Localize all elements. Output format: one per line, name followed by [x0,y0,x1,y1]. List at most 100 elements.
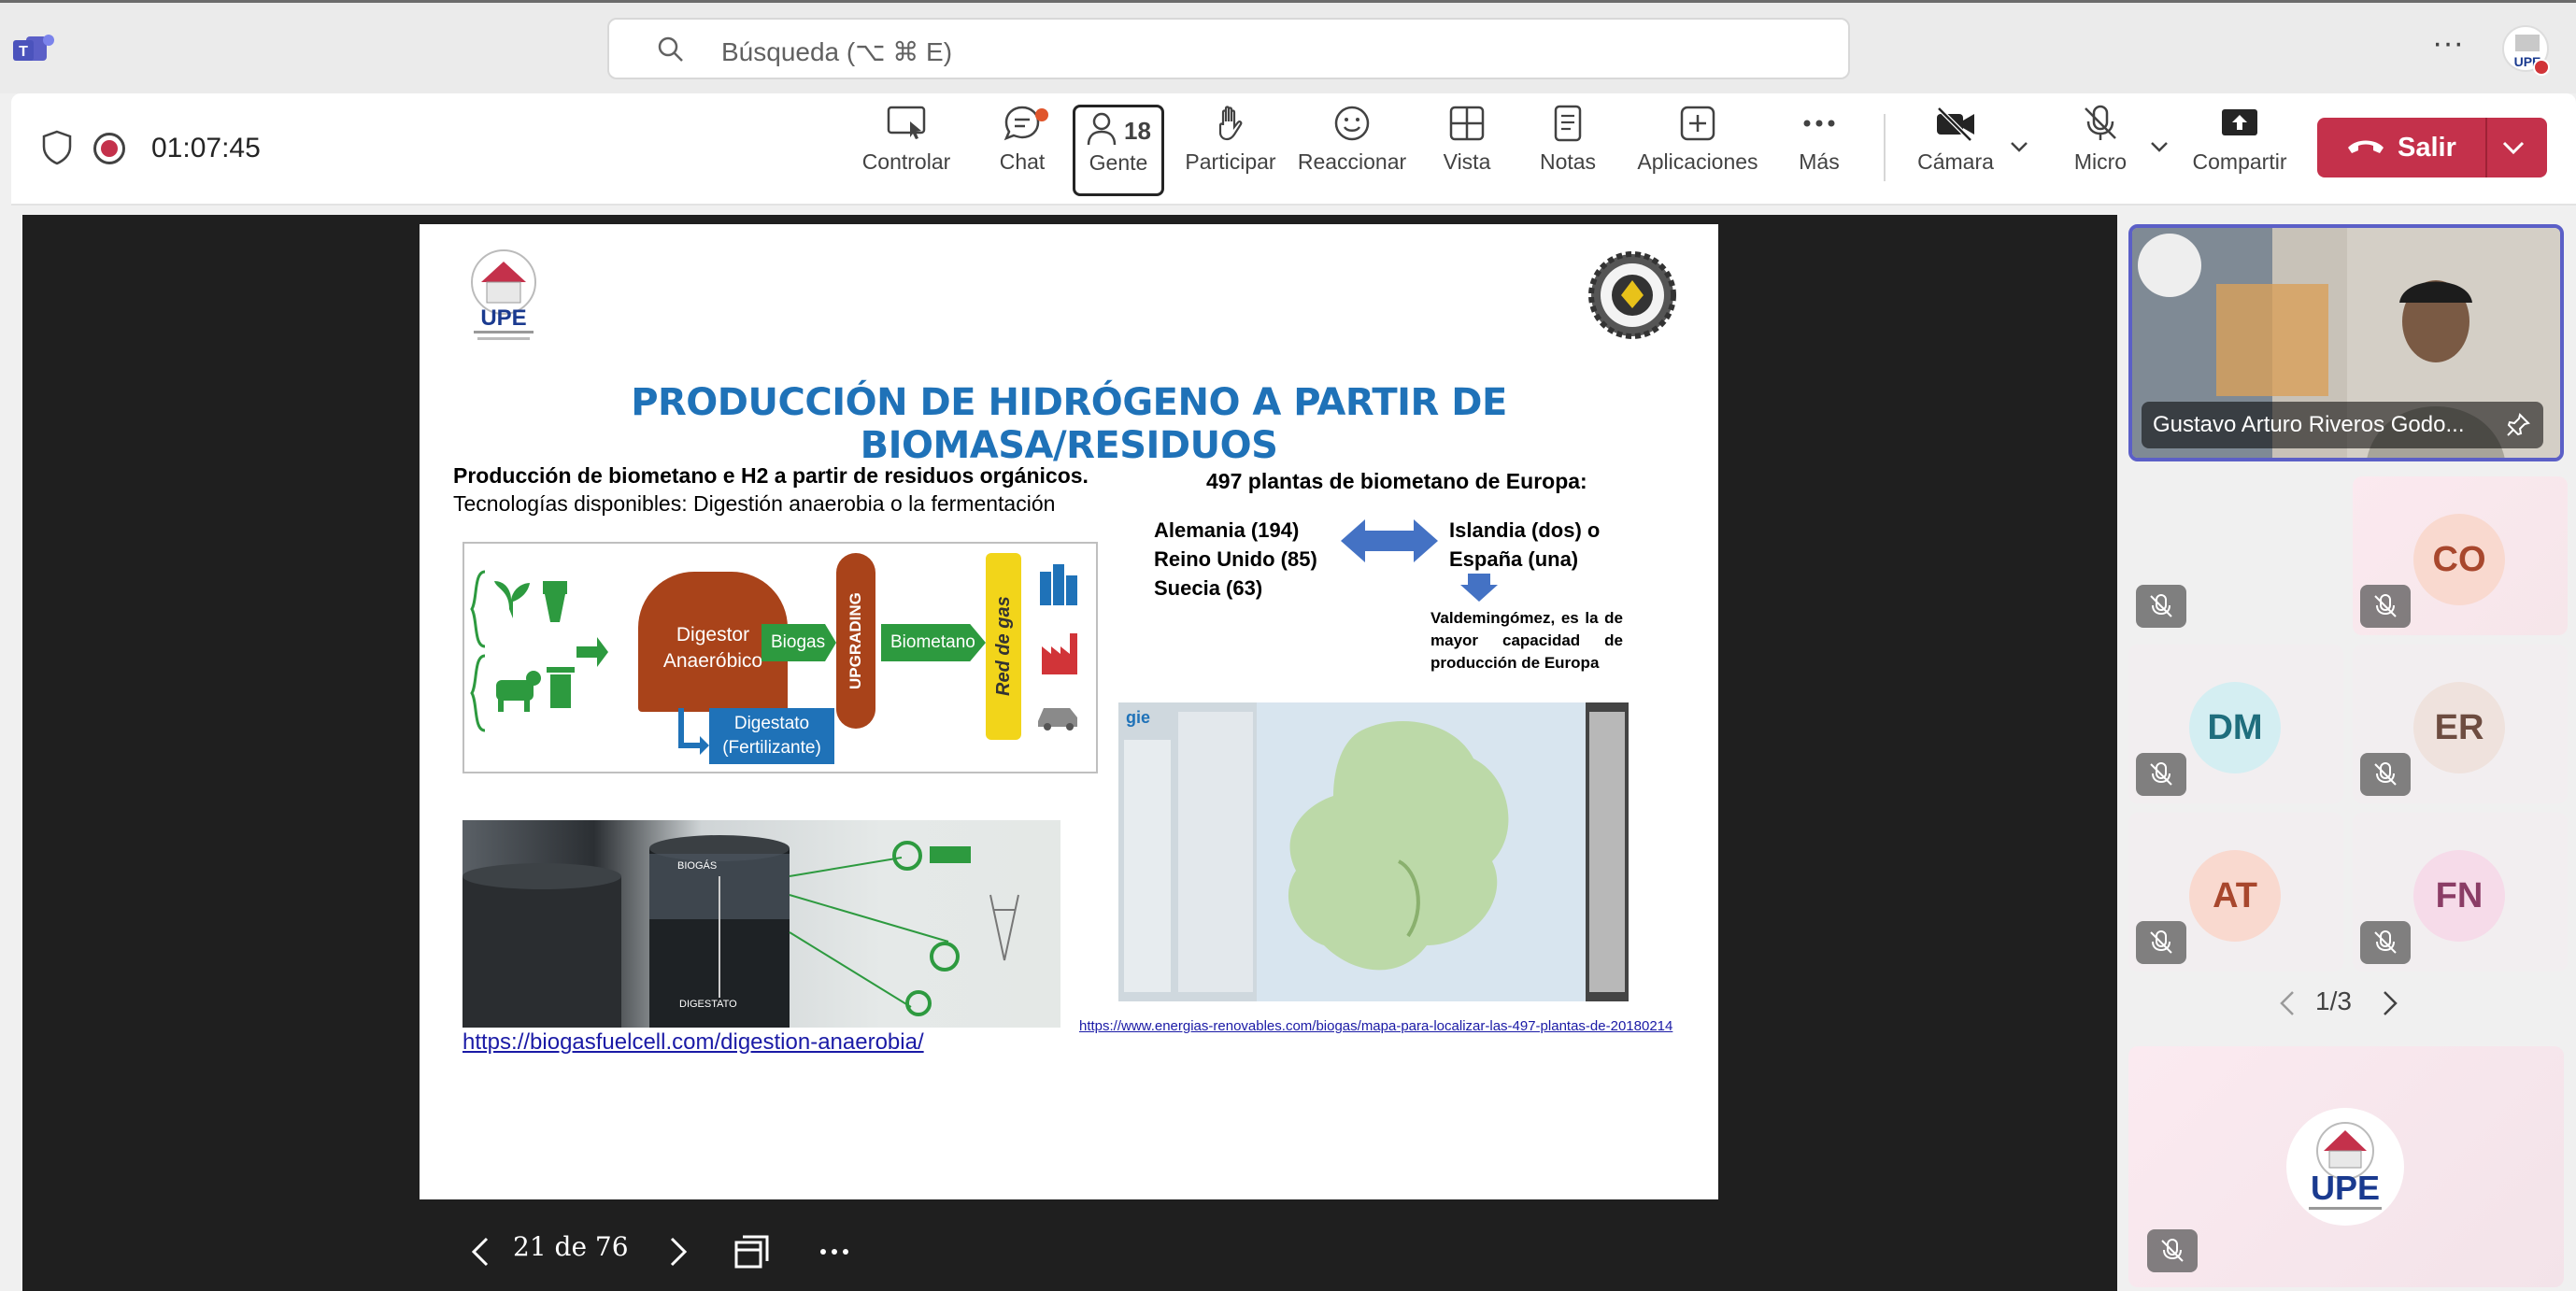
plantas-heading: 497 plantas de biometano de Europa: [1206,469,1587,493]
controlar-button[interactable]: Controlar [858,103,955,194]
avatar: CO [2413,514,2505,605]
avatar: DM [2189,682,2281,773]
search-icon [658,36,683,62]
search-bar[interactable]: Búsqueda (⌥ ⌘ E) [607,18,1850,79]
biometano-arrow: Biometano [881,624,986,661]
shield-icon[interactable] [39,129,75,166]
slide-subtitle-bold: Producción de biometano e H2 a partir de… [453,463,1089,488]
aplicaciones-button[interactable]: Aplicaciones [1628,103,1768,194]
mic-off-icon [2161,1239,2184,1262]
participant-tile-upe[interactable]: UPE [2128,1046,2564,1287]
mic-muted-indicator [2360,753,2411,796]
slide-page-indicator: 21 de 76 [513,1231,629,1262]
upgrading-box: UPGRADING [836,553,875,729]
slide-grid-icon[interactable] [733,1233,771,1270]
participant-pager: 1/3 [2276,986,2426,1024]
mic-off-icon [2150,930,2172,954]
slide-title: PRODUCCIÓN DE HIDRÓGENO A PARTIR DE BIOM… [631,381,1507,467]
chat-button[interactable]: Chat [985,103,1060,194]
avatar: FN [2413,850,2505,942]
search-placeholder: Búsqueda (⌥ ⌘ E) [721,37,953,66]
mas-button[interactable]: Más [1786,103,1852,194]
avatar: AT [2189,850,2281,942]
participant-tile[interactable]: FN [2353,813,2568,972]
grid-view-icon [1449,106,1485,141]
reaccionar-button[interactable]: Reaccionar [1293,103,1411,194]
teams-logo-icon[interactable]: T [13,31,56,68]
participant-tile[interactable]: CO [2353,476,2568,635]
participant-tile[interactable]: DM [2128,645,2343,803]
toolbar-divider [1884,114,1886,181]
participant-tile[interactable]: AT [2128,813,2343,972]
valdemingomez-note: Valdemingómez, es la de mayor capacidad … [1430,609,1623,672]
mic-off-icon [2150,762,2172,786]
countries-right-list: Islandia (dos) o España (una) [1449,518,1601,571]
previous-slide-icon[interactable] [466,1233,494,1270]
biogas-plant-graphic: BIOGÁS DIGESTATO [463,835,1019,1028]
upe-logo-avatar: UPE [2286,1108,2404,1226]
digestato-box: Digestato (Fertilizante) [709,708,834,764]
presentation-slide: UPE PRODUCCIÓN DE HIDRÓGENO A PARTIR DE … [420,224,1718,1199]
more-options-icon[interactable]: ··· [2429,27,2467,66]
next-slide-icon[interactable] [664,1233,692,1270]
raise-hand-icon [1218,106,1243,141]
participar-button[interactable]: Participar [1179,103,1282,194]
participant-panel: Gustavo Arturo Riveros Godo... CO DM ER … [2117,215,2576,1291]
svg-text:T: T [19,44,28,60]
leave-button[interactable]: Salir [2317,118,2487,177]
chat-icon [1003,106,1040,141]
svg-text:BIOGÁS: BIOGÁS [677,859,717,872]
compartir-button[interactable]: Compartir [2188,103,2291,194]
svg-text:DIGESTATO: DIGESTATO [679,999,737,1010]
previous-page-icon[interactable] [2276,988,2298,1018]
people-icon [1087,112,1117,146]
emoji-icon [1334,106,1370,141]
engineering-gear-logo [1588,251,1676,339]
camera-off-icon [1937,106,1974,142]
featured-participant-name: Gustavo Arturo Riveros Godo... [2142,402,2543,448]
camera-options-chevron-icon[interactable] [2009,136,2029,157]
biogasfuelcell-link[interactable]: https://biogasfuelcell.com/digestion-ana… [463,1029,924,1056]
mic-off-icon [2085,105,2116,140]
status-badge [2533,59,2550,76]
camara-button[interactable]: Cámara [1912,103,2000,194]
shared-content-stage: UPE PRODUCCIÓN DE HIDRÓGENO A PARTIR DE … [22,215,2117,1291]
svg-text:UPE: UPE [480,305,526,331]
pin-icon[interactable] [2506,413,2530,437]
title-bar: T Búsqueda (⌥ ⌘ E) ··· UPE [0,0,2576,93]
mic-off-icon [2374,762,2397,786]
people-count: 18 [1124,117,1151,145]
vista-button[interactable]: Vista [1430,103,1504,194]
chat-unread-badge [1035,108,1048,121]
recording-icon [93,133,125,164]
svg-text:gie: gie [1126,708,1150,727]
mic-off-icon [2150,594,2172,617]
double-arrow-icon [1341,519,1438,562]
meeting-toolbar: 01:07:45 Controlar Chat 18 Gente Partici… [11,93,2576,206]
end-use-icons [1038,564,1077,731]
hang-up-icon [2348,140,2384,153]
mic-off-icon [2374,930,2397,954]
slide-more-icon[interactable] [816,1233,853,1270]
leave-options-chevron-icon[interactable] [2500,136,2526,159]
digestato-arrow-icon [678,708,709,755]
red-de-gas-pipe: Red de gas [986,553,1021,740]
participant-tile[interactable]: ER [2353,645,2568,803]
notas-button[interactable]: Notas [1530,103,1605,194]
biogas-plant-illustration: BIOGÁS DIGESTATO [463,820,1060,1028]
more-icon [1803,120,1835,127]
mic-off-icon [2374,594,2397,617]
energias-renovables-link[interactable]: https://www.energias-renovables.com/biog… [1079,1018,1672,1034]
meeting-timer: 01:07:45 [151,133,261,163]
mic-muted-indicator [2360,585,2411,628]
micro-button[interactable]: Micro [2057,103,2143,194]
avatar: ER [2413,682,2505,773]
organic-waste-icons [470,570,608,732]
slide-subtitle: Tecnologías disponibles: Digestión anaer… [453,491,1056,516]
next-page-icon[interactable] [2379,988,2401,1018]
mic-options-chevron-icon[interactable] [2149,136,2170,157]
gente-button[interactable]: 18 Gente [1073,105,1164,196]
participant-tile[interactable] [2128,476,2343,635]
screen-control-icon [887,106,926,139]
featured-video-tile[interactable]: Gustavo Arturo Riveros Godo... [2128,224,2564,461]
